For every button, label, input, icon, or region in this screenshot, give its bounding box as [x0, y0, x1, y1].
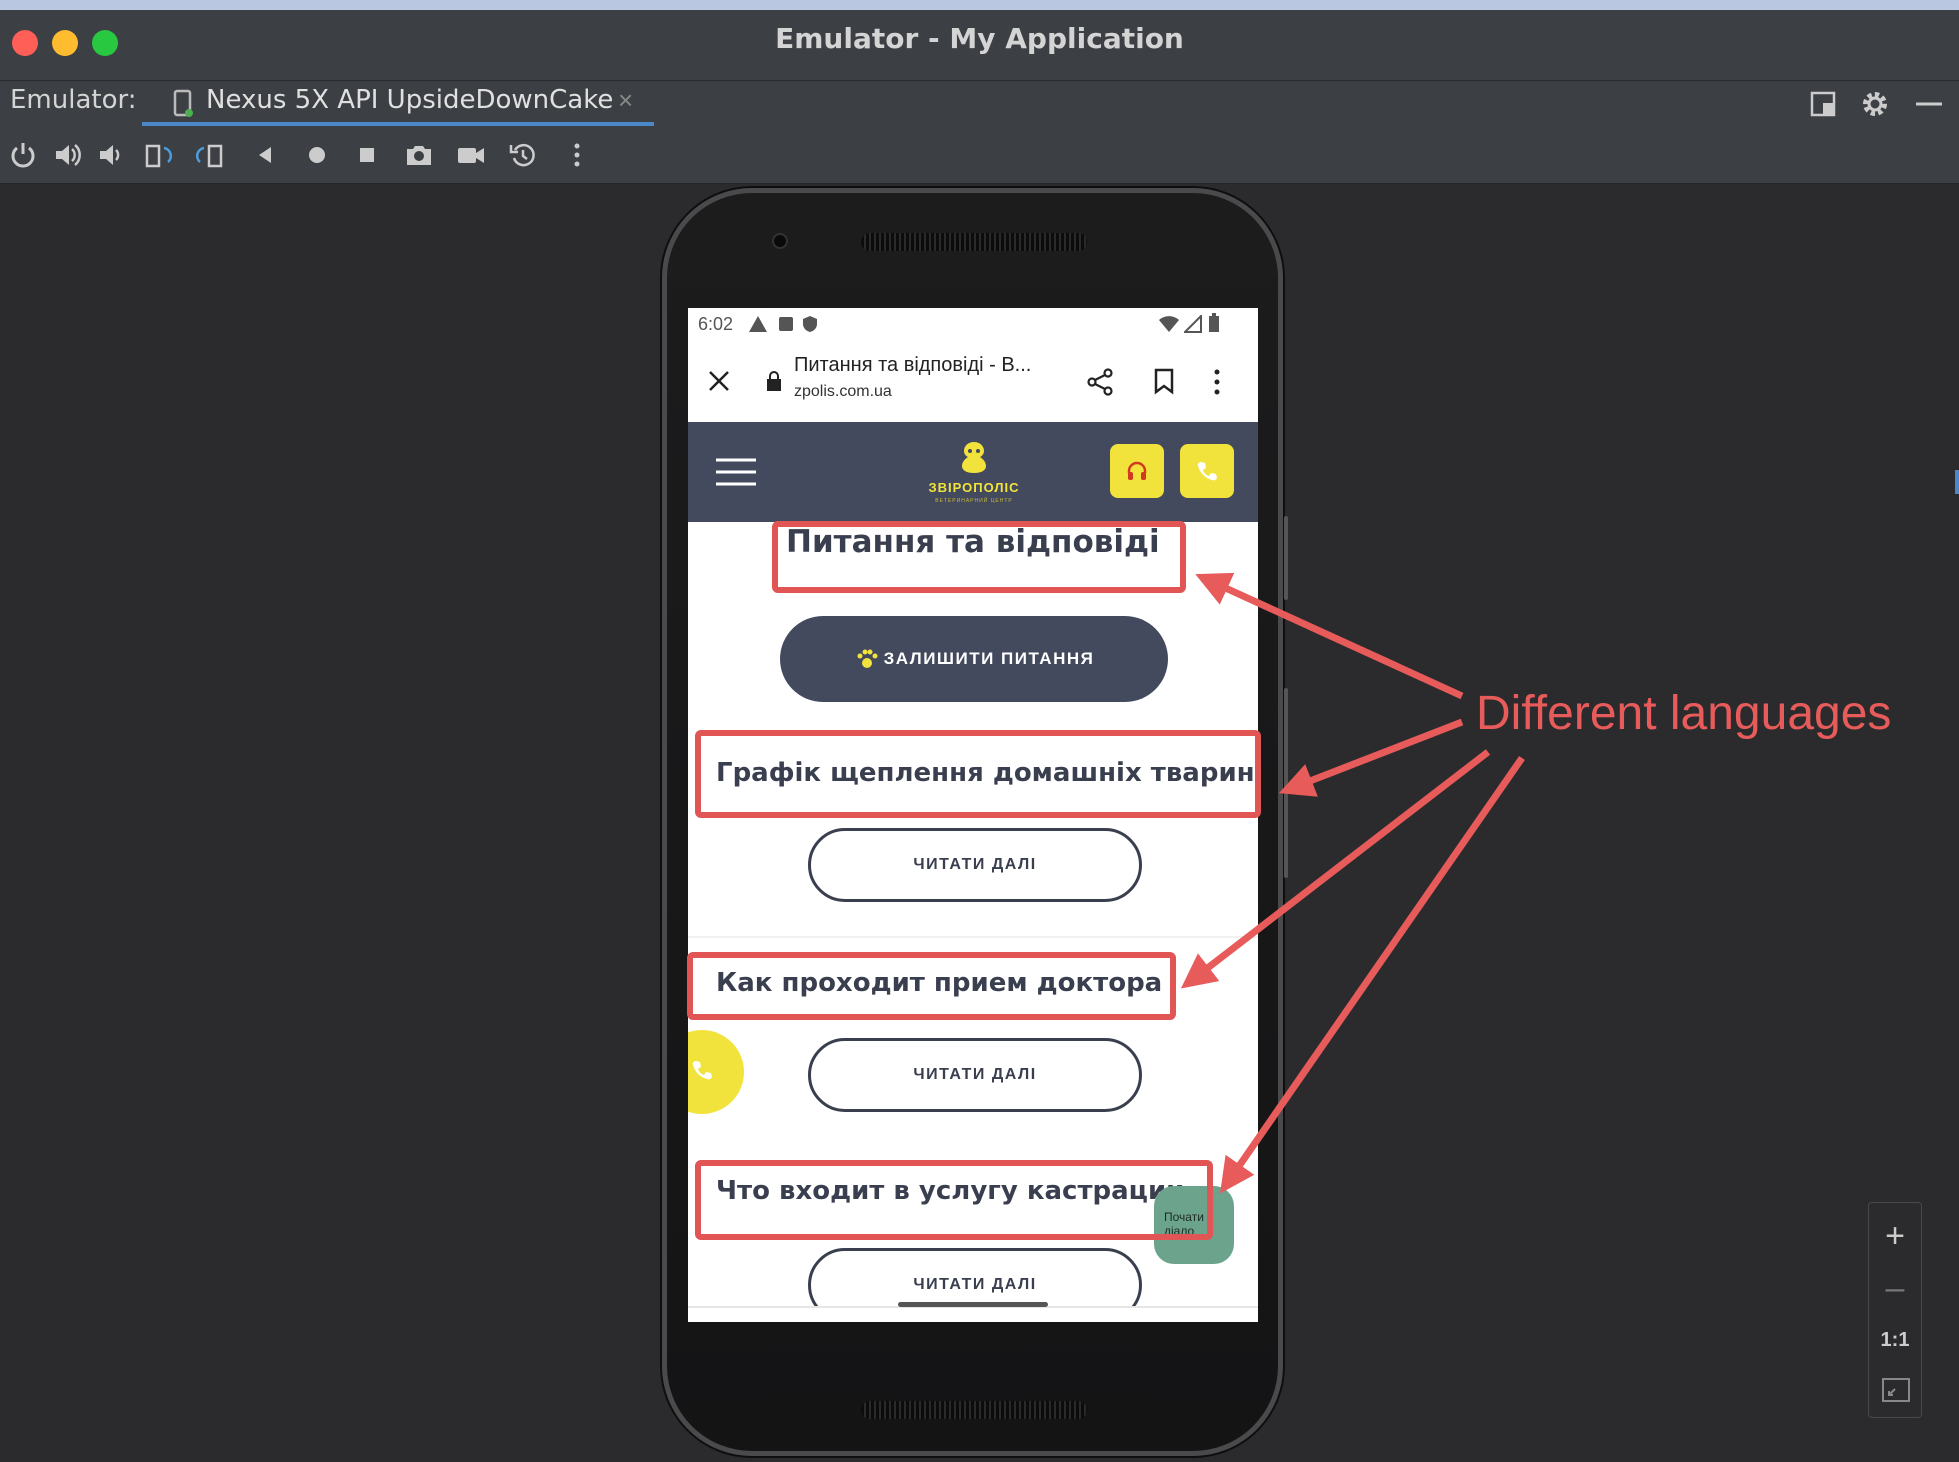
zoom-out-button[interactable]: –	[1869, 1269, 1921, 1308]
edge-indicator	[1955, 470, 1959, 494]
zoom-1to1-button[interactable]: 1:1	[1869, 1329, 1921, 1352]
fit-screen-icon[interactable]	[1881, 1377, 1911, 1403]
annotation-label: Different languages	[1476, 687, 1892, 740]
zoom-controls: + – 1:1	[1868, 1202, 1922, 1418]
zoom-in-button[interactable]: +	[1869, 1217, 1921, 1256]
